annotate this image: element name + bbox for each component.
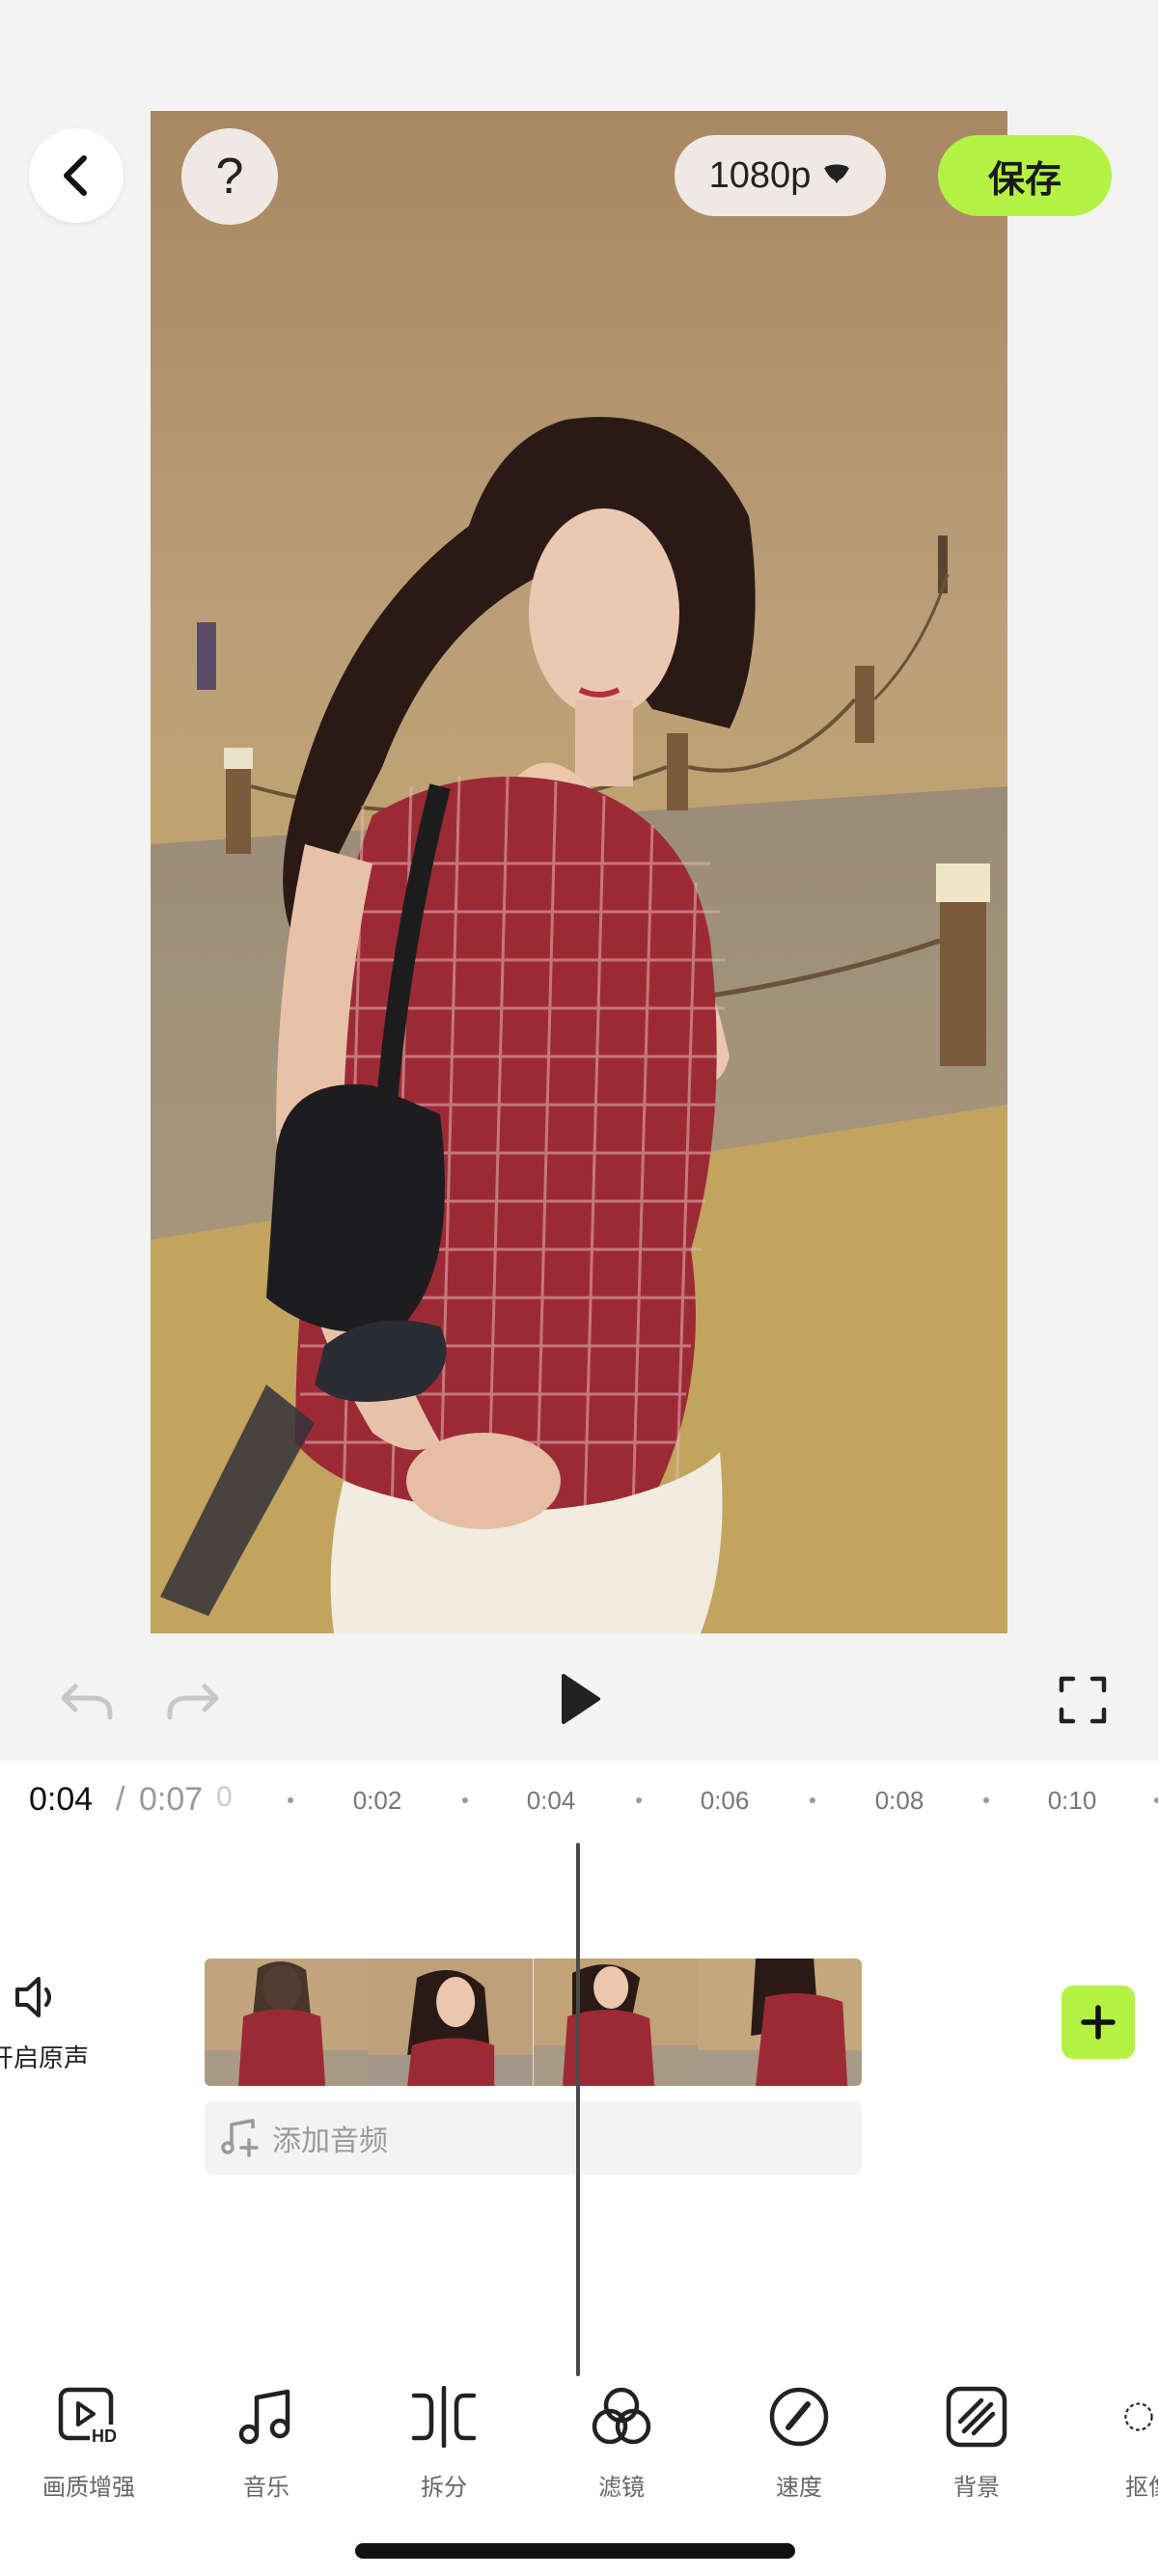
redo-icon bbox=[167, 1684, 219, 1720]
original-audio-label: 开启原声 bbox=[0, 2044, 90, 2073]
add-audio-button[interactable]: 添加音频 bbox=[205, 2101, 862, 2175]
music-note-icon bbox=[238, 2389, 290, 2445]
music-add-icon bbox=[221, 2119, 259, 2157]
ruler-dot bbox=[636, 1797, 642, 1803]
save-button[interactable]: 保存 bbox=[938, 135, 1112, 216]
save-label: 保存 bbox=[987, 157, 1062, 201]
plus-icon bbox=[1081, 2005, 1116, 2040]
ruler-label: 0:10 bbox=[1047, 1786, 1097, 1815]
clip-thumbnail bbox=[697, 1959, 862, 2086]
tool-speed[interactable]: 速度 bbox=[731, 2383, 867, 2508]
ruler-label: 0:06 bbox=[700, 1786, 750, 1815]
clip-thumbnail bbox=[533, 1959, 698, 2086]
time-separator: / bbox=[116, 1781, 125, 1818]
current-time: 0:04 bbox=[29, 1781, 94, 1818]
preview-image bbox=[151, 111, 1007, 1633]
tool-label: 画质增强 bbox=[42, 2474, 135, 2501]
filter-icon bbox=[592, 2387, 651, 2445]
video-clip-track[interactable] bbox=[205, 1959, 862, 2086]
ruler-dot bbox=[1154, 1797, 1158, 1803]
speed-icon bbox=[769, 2387, 829, 2447]
tool-hd-enhance[interactable]: HD 画质增强 bbox=[21, 2383, 156, 2508]
resolution-label: 1080p bbox=[708, 154, 812, 196]
cutout-icon bbox=[1124, 2402, 1153, 2431]
back-button[interactable] bbox=[29, 128, 124, 223]
clip-thumbnail bbox=[369, 1959, 534, 2086]
ruler-dot bbox=[288, 1797, 293, 1803]
fullscreen-icon bbox=[1059, 1676, 1107, 1724]
chevron-left-icon bbox=[64, 155, 87, 196]
svg-text:HD: HD bbox=[92, 2426, 117, 2446]
tool-music[interactable]: 音乐 bbox=[199, 2383, 334, 2508]
fullscreen-button[interactable] bbox=[1052, 1669, 1114, 1731]
undo-icon bbox=[61, 1684, 113, 1720]
question-mark-icon: ? bbox=[215, 149, 244, 205]
tool-label: 背景 bbox=[953, 2474, 1000, 2501]
ruler-faded-label: 0 bbox=[216, 1781, 233, 1813]
tool-label: 速度 bbox=[776, 2474, 822, 2501]
total-time: 0:07 bbox=[139, 1781, 204, 1818]
clip-thumbnail bbox=[205, 1959, 370, 2086]
play-button[interactable] bbox=[546, 1665, 614, 1733]
tool-label: 音乐 bbox=[243, 2474, 290, 2501]
tool-label: 抠像 bbox=[1125, 2474, 1158, 2501]
ruler-label: 0:04 bbox=[526, 1786, 576, 1815]
playhead[interactable] bbox=[576, 1843, 580, 2376]
tool-cutout[interactable]: 抠像 bbox=[1087, 2383, 1158, 2508]
ruler-label: 0:08 bbox=[874, 1786, 924, 1815]
tool-split[interactable]: 拆分 bbox=[376, 2383, 511, 2508]
help-button[interactable]: ? bbox=[181, 128, 278, 225]
home-indicator bbox=[355, 2543, 795, 2559]
video-preview[interactable] bbox=[151, 111, 1007, 1633]
add-clip-button[interactable] bbox=[1062, 1986, 1135, 2059]
tool-background[interactable]: 背景 bbox=[909, 2383, 1044, 2508]
play-icon bbox=[562, 1674, 600, 1724]
tool-label: 滤镜 bbox=[598, 2474, 645, 2501]
redo-button[interactable] bbox=[162, 1669, 224, 1731]
ruler-label: 0:02 bbox=[352, 1786, 402, 1815]
speaker-icon bbox=[15, 1977, 51, 2017]
add-audio-label: 添加音频 bbox=[272, 2124, 388, 2158]
split-icon bbox=[411, 2386, 477, 2448]
original-audio-toggle[interactable]: 开启原声 bbox=[0, 1973, 96, 2073]
ruler-dot bbox=[462, 1797, 468, 1803]
hd-enhance-icon: HD bbox=[58, 2387, 119, 2446]
tool-label: 拆分 bbox=[421, 2474, 467, 2501]
caret-down-icon bbox=[824, 164, 850, 183]
undo-button[interactable] bbox=[56, 1669, 118, 1731]
ruler-dot bbox=[810, 1797, 815, 1803]
resolution-selector[interactable]: 1080p bbox=[675, 135, 886, 216]
background-icon bbox=[946, 2386, 1007, 2448]
ruler-dot bbox=[983, 1797, 989, 1803]
tool-filter[interactable]: 滤镜 bbox=[554, 2383, 689, 2508]
